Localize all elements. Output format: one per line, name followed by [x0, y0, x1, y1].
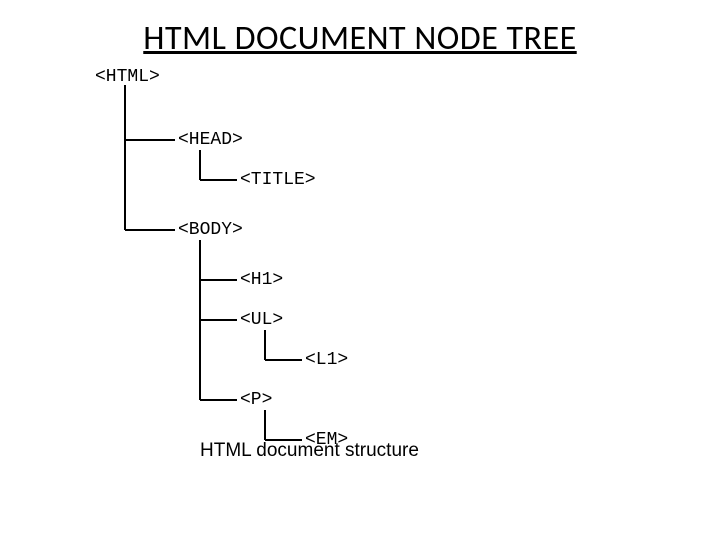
node-p: <P>	[240, 390, 272, 410]
node-ul: <UL>	[240, 310, 283, 330]
node-body: <BODY>	[178, 220, 243, 240]
diagram-caption: HTML document structure	[200, 440, 419, 462]
node-title-tag: <TITLE>	[240, 170, 316, 190]
node-head: <HEAD>	[178, 130, 243, 150]
page-title: HTML DOCUMENT NODE TREE	[0, 0, 720, 59]
node-l1: <L1>	[305, 350, 348, 370]
node-h1: <H1>	[240, 270, 283, 290]
node-html: <HTML>	[95, 67, 160, 87]
